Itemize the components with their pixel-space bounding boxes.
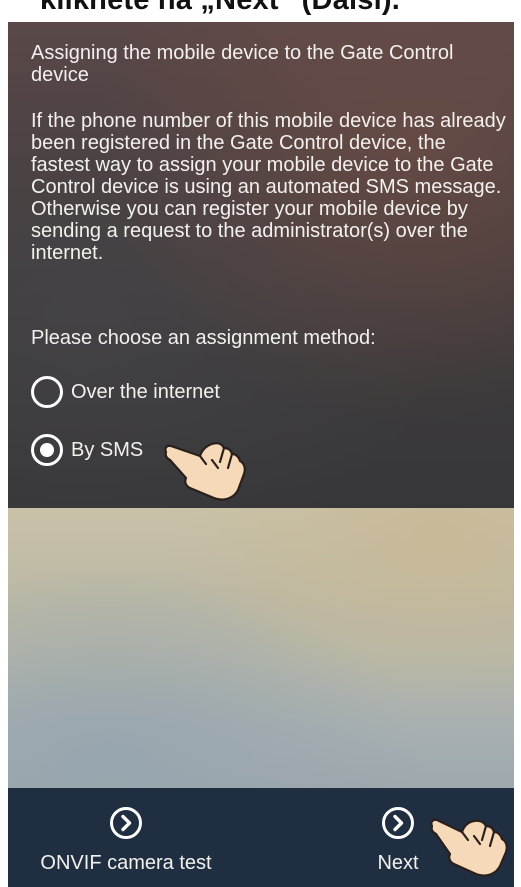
radio-unselected-icon[interactable] <box>31 376 63 408</box>
bottom-toolbar: ONVIF camera test Next <box>8 788 514 887</box>
instruction-caption-text: kliknete na „Next“ (Další). <box>40 0 400 16</box>
radio-by-sms[interactable]: By SMS <box>31 430 143 470</box>
assignment-prompt: Please choose an assignment method: <box>31 327 376 349</box>
next-label: Next <box>377 852 419 874</box>
onvif-camera-test-label: ONVIF camera test <box>40 852 212 874</box>
radio-selected-icon[interactable] <box>31 434 63 466</box>
screen-title: Assigning the mobile device to the Gate … <box>31 42 454 86</box>
radio-label-over-internet: Over the internet <box>71 381 220 403</box>
chevron-right-circle-icon <box>110 807 142 839</box>
radio-label-by-sms: By SMS <box>71 439 144 461</box>
phone-screen: Assigning the mobile device to the Gate … <box>8 22 514 887</box>
hand-pointer-icon <box>164 442 246 501</box>
onvif-camera-test-button[interactable]: ONVIF camera test <box>40 788 212 887</box>
chevron-right-circle-icon <box>382 807 414 839</box>
background-area <box>8 508 514 788</box>
hand-pointer-icon <box>430 818 508 877</box>
radio-over-internet[interactable]: Over the internet <box>31 372 220 412</box>
screen-description: If the phone number of this mobile devic… <box>31 110 506 264</box>
instruction-caption: kliknete na „Next“ (Další). <box>0 0 521 22</box>
